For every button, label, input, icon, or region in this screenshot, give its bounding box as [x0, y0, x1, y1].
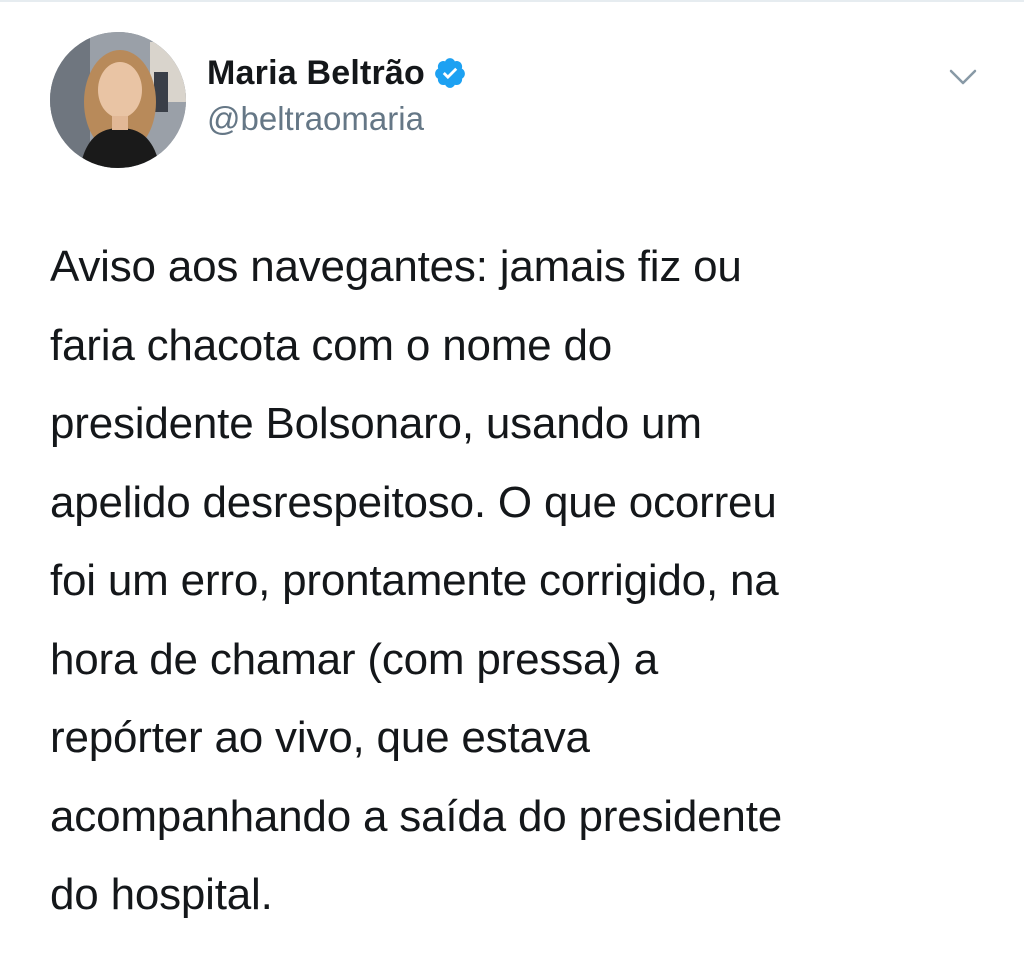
chevron-down-icon[interactable] [946, 62, 980, 92]
verified-badge-icon [433, 56, 467, 90]
display-name[interactable]: Maria Beltrão [207, 54, 425, 93]
author-info: Maria Beltrão @beltraomaria [207, 50, 467, 138]
user-handle[interactable]: @beltraomaria [207, 100, 467, 138]
avatar[interactable] [50, 32, 186, 168]
tweet-text: Aviso aos navegantes: jamais fiz ou fari… [50, 242, 782, 919]
name-row: Maria Beltrão [207, 50, 467, 96]
avatar-photo [50, 32, 186, 168]
tweet-card: Maria Beltrão @beltraomaria Aviso aos na… [0, 0, 1024, 977]
